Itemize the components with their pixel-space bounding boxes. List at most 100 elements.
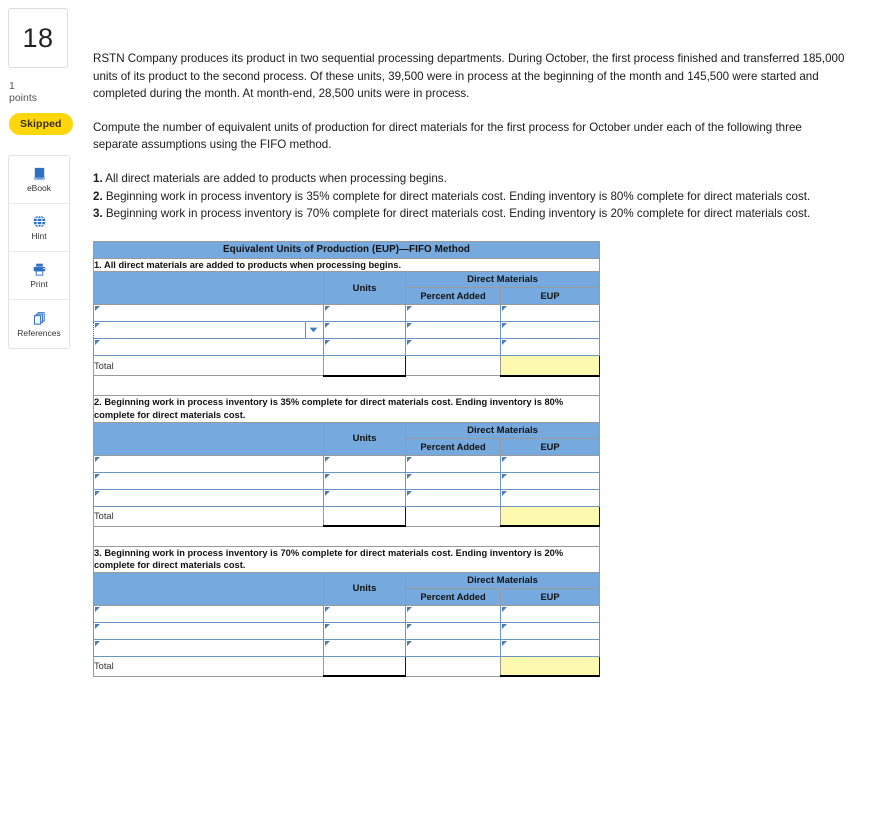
points-block: 1 points xyxy=(8,80,75,104)
assumption-text-1: All direct materials are added to produc… xyxy=(105,172,447,186)
input-cell-percent-added[interactable] xyxy=(405,338,501,357)
table-row xyxy=(93,638,600,657)
tool-button-print[interactable]: Print xyxy=(9,252,69,301)
table-row xyxy=(93,471,600,490)
input-cell-percent-added[interactable] xyxy=(405,638,501,657)
input-cell-description[interactable] xyxy=(93,338,324,357)
input-cell-description[interactable] xyxy=(93,488,324,507)
input-cell-units[interactable] xyxy=(323,488,406,507)
total-eup-answer-cell xyxy=(500,355,600,377)
total-eup-answer-cell xyxy=(500,655,600,678)
column-header-row: Units Direct Materials xyxy=(93,571,600,606)
total-units-cell xyxy=(323,505,406,528)
table-row xyxy=(93,304,600,323)
status-badge: Skipped xyxy=(9,113,73,136)
assumption-line-3: 3. Beginning work in process inventory i… xyxy=(93,205,853,223)
input-cell-eup[interactable] xyxy=(500,471,600,490)
input-cell-percent-added[interactable] xyxy=(405,621,501,640)
input-cell-percent-added[interactable] xyxy=(405,454,501,473)
table-row xyxy=(93,454,600,473)
total-label: Total xyxy=(93,355,324,377)
eup-fifo-table: Equivalent Units of Production (EUP)—FIF… xyxy=(93,240,600,678)
total-row: Total xyxy=(93,355,600,377)
input-cell-eup[interactable] xyxy=(500,621,600,640)
assumption-marker-2: 2. xyxy=(93,189,103,203)
assumption-text-2: Beginning work in process inventory is 3… xyxy=(105,189,811,203)
header-blank xyxy=(93,271,324,306)
copy-pages-icon xyxy=(32,311,47,326)
input-cell-description[interactable] xyxy=(93,454,324,473)
question-number-box: 18 xyxy=(8,8,68,68)
points-label: points xyxy=(9,92,38,105)
tool-label-ebook: eBook xyxy=(26,183,52,194)
table-row xyxy=(93,621,600,640)
section-spacer xyxy=(93,525,600,547)
input-cell-percent-added[interactable] xyxy=(405,304,501,323)
question-rail: 18 1 points Skipped eBook Hint Print Ref… xyxy=(0,0,75,832)
input-cell-description[interactable] xyxy=(93,638,324,657)
total-percent-added-cell xyxy=(405,655,501,677)
section-spacer-row xyxy=(93,375,600,397)
input-cell-units[interactable] xyxy=(323,338,406,357)
tool-button-hint[interactable]: Hint xyxy=(9,204,69,253)
section-assumption-text: 3. Beginning work in process inventory i… xyxy=(93,545,600,573)
total-units-cell xyxy=(323,655,406,678)
input-cell-units[interactable] xyxy=(323,471,406,490)
table-row xyxy=(93,321,600,340)
input-cell-description[interactable] xyxy=(93,304,324,323)
input-cell-description[interactable] xyxy=(93,321,324,340)
assumption-text-3: Beginning work in process inventory is 7… xyxy=(105,207,811,221)
input-cell-units[interactable] xyxy=(323,304,406,323)
total-label: Total xyxy=(93,655,324,677)
input-cell-eup[interactable] xyxy=(500,454,600,473)
dropdown-chevron-icon[interactable] xyxy=(305,322,321,339)
question-number: 18 xyxy=(22,22,54,53)
input-cell-eup[interactable] xyxy=(500,488,600,507)
input-cell-units[interactable] xyxy=(323,638,406,657)
assumption-marker-1: 1. xyxy=(93,172,103,186)
tool-label-hint: Hint xyxy=(31,231,47,242)
section-assumption-text: 2. Beginning work in process inventory i… xyxy=(93,395,600,423)
total-percent-added-cell xyxy=(405,505,501,527)
input-cell-percent-added[interactable] xyxy=(405,488,501,507)
input-cell-eup[interactable] xyxy=(500,338,600,357)
header-percent-added: Percent Added xyxy=(405,587,501,606)
header-percent-added: Percent Added xyxy=(405,287,501,306)
input-cell-units[interactable] xyxy=(323,321,406,340)
header-units: Units xyxy=(323,271,406,306)
total-row: Total xyxy=(93,505,600,528)
input-cell-description[interactable] xyxy=(93,621,324,640)
header-direct-materials: Direct Materials xyxy=(405,421,600,439)
table-row xyxy=(93,338,600,357)
assumption-line-1: 1. All direct materials are added to pro… xyxy=(93,170,853,188)
table-title: Equivalent Units of Production (EUP)—FIF… xyxy=(93,240,600,259)
total-row: Total xyxy=(93,655,600,678)
input-cell-eup[interactable] xyxy=(500,321,600,340)
header-units: Units xyxy=(323,571,406,606)
tool-button-ebook[interactable]: eBook xyxy=(9,156,69,205)
header-blank xyxy=(93,421,324,456)
header-eup: EUP xyxy=(500,287,600,306)
assumption-line-2: 2. Beginning work in process inventory i… xyxy=(93,188,853,206)
input-cell-percent-added[interactable] xyxy=(405,321,501,340)
book-icon xyxy=(32,166,47,181)
input-cell-eup[interactable] xyxy=(500,638,600,657)
input-cell-units[interactable] xyxy=(323,454,406,473)
input-cell-eup[interactable] xyxy=(500,304,600,323)
input-cell-units[interactable] xyxy=(323,621,406,640)
input-cell-description[interactable] xyxy=(93,604,324,623)
prompt-paragraph-1: RSTN Company produces its product in two… xyxy=(93,52,845,101)
tool-stack: eBook Hint Print References xyxy=(8,155,70,350)
column-header-row: Units Direct Materials xyxy=(93,421,600,456)
input-cell-units[interactable] xyxy=(323,604,406,623)
input-cell-description[interactable] xyxy=(93,471,324,490)
section-spacer xyxy=(93,375,600,397)
prompt-paragraph-2: Compute the number of equivalent units o… xyxy=(93,120,802,152)
input-cell-percent-added[interactable] xyxy=(405,604,501,623)
input-cell-percent-added[interactable] xyxy=(405,471,501,490)
total-percent-added-cell xyxy=(405,355,501,377)
header-direct-materials: Direct Materials xyxy=(405,271,600,289)
table-row xyxy=(93,604,600,623)
input-cell-eup[interactable] xyxy=(500,604,600,623)
tool-button-references[interactable]: References xyxy=(9,300,69,348)
